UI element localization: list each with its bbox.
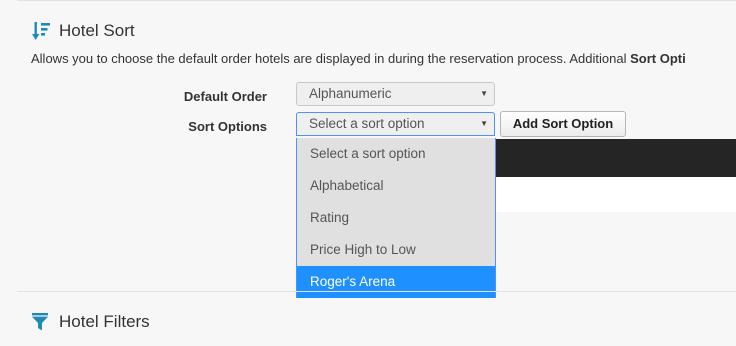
- section-divider: [17, 291, 736, 292]
- sort-options-dropdown[interactable]: Select a sort option Alphabetical Rating…: [296, 138, 496, 298]
- table-body-panel: [495, 177, 736, 212]
- dropdown-option-alphabetical[interactable]: Alphabetical: [297, 170, 495, 202]
- chevron-down-icon: ▼: [480, 89, 488, 98]
- hotel-sort-title: Hotel Sort: [59, 21, 135, 40]
- sort-descending-icon: [32, 22, 50, 40]
- dropdown-option-price-high-to-low[interactable]: Price High to Low: [297, 234, 495, 266]
- dropdown-option-rogers-arena[interactable]: Roger's Arena: [297, 266, 495, 298]
- sort-options-label: Sort Options: [188, 119, 267, 134]
- top-border: [17, 0, 736, 1]
- default-order-select[interactable]: Alphanumeric ▼: [296, 82, 495, 106]
- default-order-label: Default Order: [183, 89, 267, 104]
- description-bold: Sort Opti: [630, 51, 686, 66]
- hotel-sort-description: Allows you to choose the default order h…: [31, 51, 736, 66]
- chevron-down-icon: ▼: [480, 119, 488, 128]
- sort-options-select[interactable]: Select a sort option ▼: [296, 112, 495, 136]
- default-order-value: Alphanumeric: [309, 86, 392, 101]
- hotel-sort-heading: Hotel Sort: [32, 18, 135, 44]
- table-header-bar: [495, 139, 736, 177]
- dropdown-option-select-a-sort-option[interactable]: Select a sort option: [297, 138, 495, 170]
- hotel-filters-heading: Hotel Filters: [32, 309, 150, 335]
- dropdown-option-rating[interactable]: Rating: [297, 202, 495, 234]
- hotel-filters-title: Hotel Filters: [59, 312, 150, 331]
- description-text: Allows you to choose the default order h…: [31, 51, 631, 66]
- sort-options-value: Select a sort option: [309, 116, 425, 131]
- filter-icon: [32, 313, 48, 331]
- add-sort-option-button[interactable]: Add Sort Option: [500, 111, 626, 137]
